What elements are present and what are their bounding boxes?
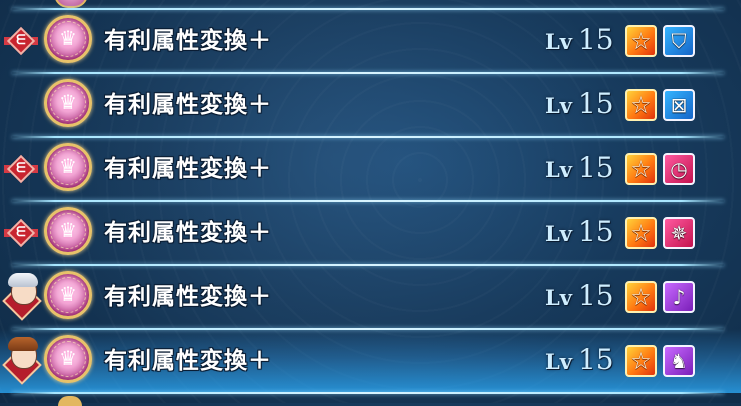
skill-level: Lv 15 (545, 87, 615, 123)
skill-name: 有利属性変換＋ (104, 220, 272, 246)
level-value: 15 (577, 343, 614, 376)
shield-icon: ⛉ (663, 25, 695, 57)
emblem-icon: ᗴ (4, 24, 38, 58)
level-label: Lv (545, 285, 572, 310)
level-value: 15 (577, 87, 614, 120)
emblem-icon: ᗴ (4, 152, 38, 186)
level-label: Lv (545, 93, 572, 118)
horn-icon: ♪ (663, 281, 695, 313)
star-icon: ☆ (625, 281, 657, 313)
character-portrait (2, 337, 42, 385)
skill-row-selected[interactable]: ♛ 有利属性変換＋ Lv 15 ☆ ♞ (0, 329, 741, 393)
skill-name: 有利属性変換＋ (104, 284, 272, 310)
row-divider (12, 392, 724, 394)
skill-level: Lv 15 (545, 151, 615, 187)
star-icon: ☆ (625, 153, 657, 185)
skill-level: Lv 15 (545, 279, 615, 315)
skill-list: ᗴ ♛ 有利属性変換＋ Lv 15 ☆ ⛉ ♛ 有利属性変換＋ Lv 15 ☆ ⊠ … (0, 0, 741, 406)
skill-level: Lv 15 (545, 215, 615, 251)
character-portrait (2, 273, 42, 321)
skill-name: 有利属性変換＋ (104, 348, 272, 374)
level-value: 15 (577, 215, 614, 248)
level-label: Lv (545, 157, 572, 182)
star-icon: ☆ (625, 89, 657, 121)
level-value: 15 (577, 151, 614, 184)
compass-icon: ✵ (663, 217, 695, 249)
level-value: 15 (577, 279, 614, 312)
skill-name: 有利属性変換＋ (104, 92, 272, 118)
skill-row[interactable]: ♛ 有利属性変換＋ Lv 15 ☆ ⊠ (0, 73, 741, 137)
level-label: Lv (545, 349, 572, 374)
skill-level: Lv 15 (545, 343, 615, 379)
cat-down-icon: ♞ (663, 345, 695, 377)
star-icon: ☆ (625, 25, 657, 57)
skill-row[interactable]: ᗴ ♛ 有利属性変換＋ Lv 15 ☆ ◷ (0, 137, 741, 201)
timer-icon: ◷ (663, 153, 695, 185)
partial-skill-icon-bottom (58, 396, 82, 406)
skill-row[interactable]: ♛ 有利属性変換＋ Lv 15 ☆ ♪ (0, 265, 741, 329)
skill-row[interactable]: ᗴ ♛ 有利属性変換＋ Lv 15 ☆ ⛉ (0, 9, 741, 73)
crossed-swords-icon: ⊠ (663, 89, 695, 121)
skill-level: Lv 15 (545, 23, 615, 59)
crown-icon: ♛ (44, 15, 92, 63)
skill-row[interactable]: ᗴ ♛ 有利属性変換＋ Lv 15 ☆ ✵ (0, 201, 741, 265)
crown-icon: ♛ (44, 79, 92, 127)
crown-icon: ♛ (44, 143, 92, 191)
star-icon: ☆ (625, 217, 657, 249)
level-value: 15 (577, 23, 614, 56)
crown-icon: ♛ (44, 207, 92, 255)
star-icon: ☆ (625, 345, 657, 377)
skill-name: 有利属性変換＋ (104, 28, 272, 54)
crown-icon: ♛ (44, 271, 92, 319)
level-label: Lv (545, 221, 572, 246)
skill-name: 有利属性変換＋ (104, 156, 272, 182)
partial-skill-icon-top (54, 0, 88, 8)
crown-icon: ♛ (44, 335, 92, 383)
level-label: Lv (545, 29, 572, 54)
emblem-icon: ᗴ (4, 216, 38, 250)
